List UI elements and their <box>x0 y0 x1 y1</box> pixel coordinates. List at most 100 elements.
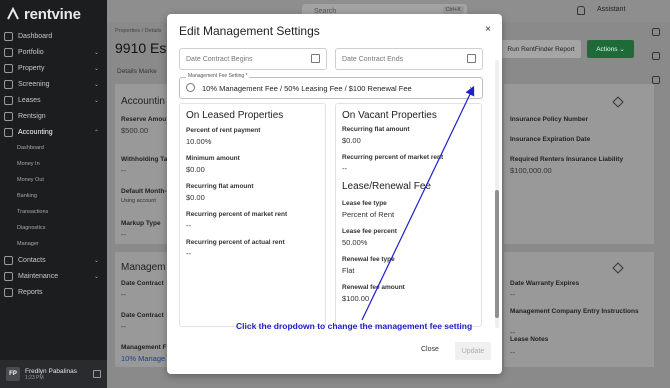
modal-footer: Close Update <box>167 336 502 374</box>
field-label: Recurring percent of market rent <box>186 211 288 218</box>
compose-icon[interactable] <box>652 52 660 60</box>
chevron-up-icon: ⌃ <box>93 129 99 136</box>
sidebar-subitem-money-in[interactable]: Money In <box>0 156 107 172</box>
assistant-button[interactable]: Assistant <box>597 6 625 13</box>
sidebar-nav: Dashboard Portfolio ⌄ Property ⌄ Screening… <box>0 28 107 300</box>
sidebar-item-label: Contacts <box>18 256 46 264</box>
sidebar-subitem-diagnostics[interactable]: Diagnostics <box>0 220 107 236</box>
mgmt-entry-label: Management Company Entry Instructions <box>510 308 639 315</box>
sidebar-item-label: Rentsign <box>18 112 46 120</box>
close-button[interactable]: Close <box>421 346 439 353</box>
sidebar-item-label: Maintenance <box>18 272 59 280</box>
date-contract-begins-field[interactable]: Date Contract Begins <box>179 48 327 70</box>
date-contract-ends-field[interactable]: Date Contract Ends <box>335 48 483 70</box>
close-icon[interactable]: × <box>485 24 491 35</box>
field-label: Recurring percent of actual rent <box>186 239 285 246</box>
default-month-note: Using account <box>121 198 156 204</box>
management-fee-setting-dropdown[interactable]: Management Fee Setting * 10% Management … <box>179 73 483 99</box>
sidebar-item-label: Reports <box>18 288 43 296</box>
lease-notes-label: Lease Notes <box>510 336 549 343</box>
logout-icon[interactable] <box>93 370 101 378</box>
dashboard-icon <box>4 31 13 41</box>
search-shortcut: Ctrl+K <box>442 6 464 14</box>
fee-setting-value: 10% Management Fee / 50% Leasing Fee / $… <box>202 84 412 93</box>
sidebar-item-accounting[interactable]: Accounting ⌃ <box>0 124 107 140</box>
edit-pencil-icon[interactable] <box>612 96 624 108</box>
sidebar-subitem-manager[interactable]: Manager <box>0 236 107 252</box>
date-ends-placeholder: Date Contract Ends <box>342 55 404 63</box>
sidebar-subitem-dashboard[interactable]: Dashboard <box>0 140 107 156</box>
insurance-expiration-label: Insurance Expiration Date <box>510 136 591 143</box>
sidebar-item-dashboard[interactable]: Dashboard <box>0 28 107 44</box>
note-icon[interactable] <box>652 76 660 84</box>
renters-liability-value: $100,000.00 <box>510 166 552 175</box>
calendar-icon[interactable] <box>467 54 476 63</box>
sidebar-item-rentsign[interactable]: Rentsign <box>0 108 107 124</box>
field-label: Recurring flat amount <box>342 126 410 133</box>
user-info: Fredlyn Pabalinas 1:23 PM <box>25 368 77 381</box>
sidebar-item-property[interactable]: Property ⌄ <box>0 60 107 76</box>
field-value: $0.00 <box>186 193 205 202</box>
leased-properties-panel: On Leased Properties Percent of rent pay… <box>179 103 326 327</box>
markup-value: -- <box>121 230 126 239</box>
clock-icon[interactable] <box>652 28 660 36</box>
insurance-policy-label: Insurance Policy Number <box>510 116 589 123</box>
avatar[interactable]: FP <box>6 367 20 381</box>
property-icon <box>4 63 13 73</box>
scrollbar-thumb[interactable] <box>495 190 499 318</box>
sidebar-subitem-banking[interactable]: Banking <box>0 188 107 204</box>
default-month-label: Default Month- <box>121 188 167 195</box>
management-fee-value[interactable]: 10% Manage <box>121 354 165 363</box>
edit-pencil-icon[interactable] <box>612 262 624 274</box>
field-value: -- <box>186 221 191 230</box>
sidebar-item-leases[interactable]: Leases ⌄ <box>0 92 107 108</box>
bell-icon[interactable] <box>577 6 585 15</box>
renters-liability-label: Required Renters Insurance Liability <box>510 156 624 163</box>
search-icon <box>186 83 195 92</box>
sidebar-subitem-money-out[interactable]: Money Out <box>0 172 107 188</box>
lease-renewal-title: Lease/Renewal Fee <box>342 181 431 192</box>
field-value: -- <box>186 249 191 258</box>
run-rentfinder-button[interactable]: Run RentFinder Report <box>501 40 581 58</box>
brand-logo[interactable]: rentvine <box>0 0 107 28</box>
date-contract-label-1: Date Contract <box>121 280 164 287</box>
withholding-label: Withholding Ta <box>121 156 168 163</box>
reserve-value: $500.00 <box>121 126 149 135</box>
warranty-card: Date Warranty Expires -- Management Comp… <box>504 252 654 367</box>
calendar-icon[interactable] <box>311 54 320 63</box>
field-label: Percent of rent payment <box>186 127 261 134</box>
sidebar-item-contacts[interactable]: Contacts ⌄ <box>0 252 107 268</box>
field-value: 10.00% <box>186 137 212 146</box>
vacant-panel-title: On Vacant Properties <box>342 110 437 121</box>
sidebar-item-maintenance[interactable]: Maintenance ⌄ <box>0 268 107 284</box>
chevron-down-icon[interactable]: ⌄ <box>468 82 475 91</box>
field-value: $100.00 <box>342 294 370 303</box>
sidebar-item-portfolio[interactable]: Portfolio ⌄ <box>0 44 107 60</box>
modal-scrollbar[interactable] <box>494 60 500 328</box>
chevron-down-icon: ⌄ <box>93 257 99 264</box>
chevron-down-icon: ⌄ <box>93 97 99 104</box>
leases-icon <box>4 95 13 105</box>
field-label: Minimum amount <box>186 155 240 162</box>
chevron-down-icon: ⌄ <box>93 65 99 72</box>
user-footer: FP Fredlyn Pabalinas 1:23 PM <box>0 360 107 388</box>
withholding-value: -- <box>121 166 126 175</box>
sidebar-item-label: Portfolio <box>18 48 44 56</box>
user-name: Fredlyn Pabalinas <box>25 367 78 375</box>
modal-title: Edit Management Settings <box>179 24 320 38</box>
sidebar-subitem-transactions[interactable]: Transactions <box>0 204 107 220</box>
date-contract-value-2: -- <box>121 322 126 331</box>
reports-icon <box>4 287 13 297</box>
field-label: Lease fee type <box>342 200 387 207</box>
update-button[interactable]: Update <box>455 342 491 360</box>
date-contract-label-2: Date Contract <box>121 312 164 319</box>
screening-icon <box>4 79 13 89</box>
accounting-card: Accountin Reserve Amou $500.00 Withholdi… <box>115 84 170 244</box>
field-value: -- <box>342 164 347 173</box>
actions-button[interactable]: Actions ⌄ <box>587 40 634 58</box>
sidebar-item-label: Dashboard <box>18 32 53 40</box>
sidebar-item-reports[interactable]: Reports <box>0 284 107 300</box>
sidebar-item-screening[interactable]: Screening ⌄ <box>0 76 107 92</box>
page-tabs[interactable]: Details Marke <box>117 68 157 75</box>
warranty-label: Date Warranty Expires <box>510 280 580 287</box>
